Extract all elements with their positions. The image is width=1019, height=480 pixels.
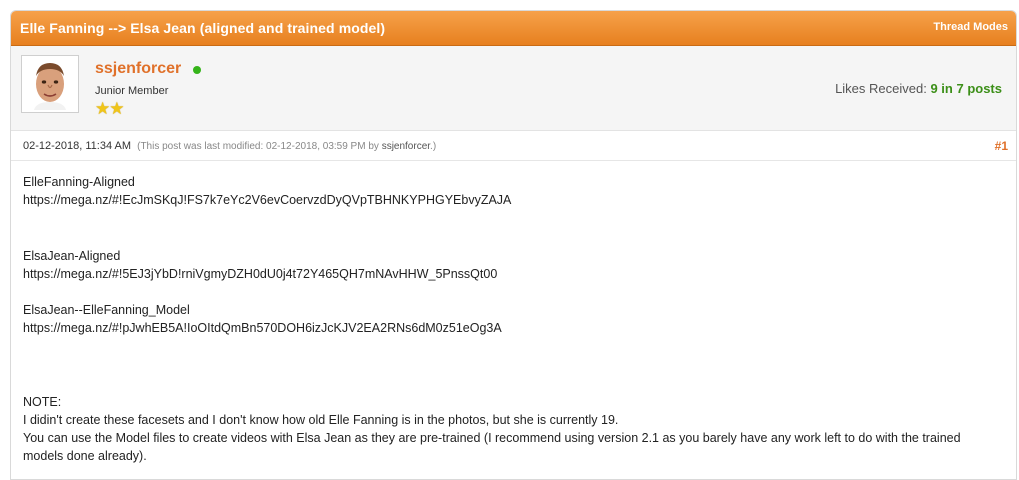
edit-note-suffix: .) [430,141,437,152]
edit-note-prefix: (This post was last modified: 02-12-2018… [137,141,379,152]
note-title: NOTE: [23,395,62,409]
author-info-bar: ssjenforcer Junior Member ★★ Likes Recei… [11,46,1016,131]
body-label-1: ElleFanning-Aligned [23,175,135,189]
post-date-row: 02-12-2018, 11:34 AM (This post was last… [23,140,436,152]
note-line-2: You can use the Model files to create vi… [23,431,961,463]
thread-container: Elle Fanning --> Elsa Jean (aligned and … [10,10,1017,480]
thread-title: Elle Fanning --> Elsa Jean (aligned and … [20,20,386,36]
link-1[interactable]: https://mega.nz/#!EcJmSKqJ!FS7k7eYc2V6ev… [23,191,1004,209]
likes-received: Likes Received: 9 in 7 posts [835,81,1002,96]
author-name-link[interactable]: ssjenforcer [95,60,181,78]
edit-user-link[interactable]: ssjenforcer [382,141,430,152]
post-meta-bar: 02-12-2018, 11:34 AM (This post was last… [11,131,1016,161]
thread-modes-button[interactable]: Thread Modes [933,21,1008,33]
post-edit-note: (This post was last modified: 02-12-2018… [137,141,436,152]
avatar[interactable] [21,55,79,113]
body-label-3: ElsaJean--ElleFanning_Model [23,303,190,317]
rank-stars-icon: ★★ [95,99,125,118]
user-avatar-photo-icon [24,58,76,110]
post-number-link[interactable]: #1 [995,139,1008,153]
note-line-1: I didin't create these facesets and I do… [23,413,619,427]
link-2[interactable]: https://mega.nz/#!5EJ3jYbD!rniVgmyDZH0dU… [23,265,1004,283]
thread-header: Elle Fanning --> Elsa Jean (aligned and … [11,11,1016,46]
likes-label: Likes Received: [835,81,927,96]
post-body: ElleFanning-Aligned https://mega.nz/#!Ec… [11,161,1016,465]
online-status-icon [193,66,201,74]
likes-count-link[interactable]: 9 in 7 posts [930,81,1002,96]
author-rank: Junior Member [95,85,169,97]
link-3[interactable]: https://mega.nz/#!pJwhEB5A!IoOItdQmBn570… [23,319,1004,337]
body-label-2: ElsaJean-Aligned [23,249,121,263]
post-date: 02-12-2018, 11:34 AM [23,140,132,152]
